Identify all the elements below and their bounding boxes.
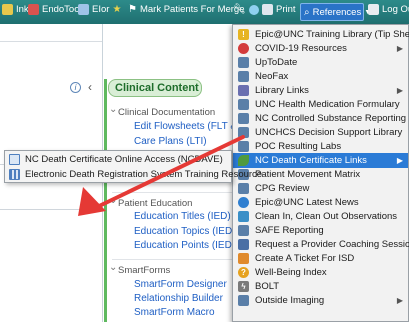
divider — [112, 259, 232, 260]
menu-item-uptodate[interactable]: UpToDate — [233, 55, 408, 70]
leaf-icon — [238, 155, 249, 166]
menu-item-cpg-review[interactable]: CPG Review — [233, 181, 408, 196]
web-page-icon — [238, 295, 249, 306]
section-patient-education[interactable]: Patient Education — [109, 195, 193, 209]
menu-item-decision-support-library[interactable]: UNCHCS Decision Support Library — [233, 125, 408, 140]
toolbar-logout-button[interactable]: Log Out — [368, 4, 409, 15]
section-clinical-documentation[interactable]: Clinical Documentation — [109, 104, 215, 118]
link-care-plans[interactable]: Care Plans (LTI) — [134, 136, 207, 147]
menu-item-covid-resources[interactable]: COVID-19 Resources ▶ — [233, 41, 408, 56]
left-panel-header — [0, 24, 102, 42]
panel-accent-bar — [104, 79, 107, 322]
menu-item-well-being-index[interactable]: ? Well-Being Index — [233, 265, 408, 280]
menu-item-poc-resulting-labs[interactable]: POC Resulting Labs — [233, 139, 408, 154]
web-page-icon — [238, 71, 249, 82]
toolbar-or-button[interactable]: or ★ — [101, 4, 121, 15]
link-smartform-macro[interactable]: SmartForm Macro — [134, 307, 215, 318]
monitor-icon — [78, 4, 89, 15]
toolbar-mark-merge-button[interactable]: ⚑ Mark Patients For Merge — [128, 4, 245, 15]
menu-item-nc-death-certificate-links[interactable]: NC Death Certificate Links ▶ — [233, 153, 408, 168]
web-page-icon — [238, 127, 249, 138]
toolbar-ink-button[interactable]: Ink — [2, 4, 29, 15]
link-education-points[interactable]: Education Points (IED) — [134, 240, 235, 251]
link-smartform-designer[interactable]: SmartForm Designer — [134, 279, 227, 290]
toolbar-tools[interactable]: 🔧︎ — [233, 4, 259, 15]
covid-icon — [238, 43, 249, 54]
search-icon: ⌕ — [304, 6, 310, 18]
web-page-icon — [238, 183, 249, 194]
submenu-arrow-icon: ▶ — [396, 86, 403, 95]
menu-item-outside-imaging[interactable]: Outside Imaging ▶ — [233, 293, 408, 308]
top-toolbar: Ink EndoTool EI or ★ ⚑ Mark Patients For… — [0, 0, 409, 24]
divider — [0, 209, 103, 210]
web-page-icon — [238, 99, 249, 110]
globe-icon — [248, 4, 259, 15]
lightbulb-icon: ! — [238, 29, 249, 40]
printer-icon — [262, 4, 273, 15]
submenu-arrow-icon: ▶ — [396, 296, 403, 305]
death-certificate-submenu: NC Death Certificate Online Access (NCDA… — [4, 150, 262, 183]
menu-item-medication-formulary[interactable]: UNC Health Medication Formulary — [233, 97, 408, 112]
toolbar-references-button[interactable]: ⌕ References ▼ — [300, 3, 371, 21]
clinical-content-title: Clinical Content — [108, 79, 202, 97]
menu-item-controlled-substance-reporting[interactable]: NC Controlled Substance Reporting — [233, 111, 408, 126]
question-icon: ? — [238, 267, 249, 278]
flag-icon — [2, 4, 13, 15]
chevron-left-icon[interactable]: ‹ — [88, 80, 92, 94]
people-icon: ⚑ — [128, 4, 137, 15]
toolbar-print-button[interactable]: Print — [262, 4, 296, 15]
submenu-item-ncdave[interactable]: NC Death Certificate Online Access (NCDA… — [5, 152, 231, 167]
link-education-titles[interactable]: Education Titles (IED) — [134, 211, 231, 222]
menu-item-latest-news[interactable]: Epic@UNC Latest News — [233, 195, 408, 210]
grid-icon — [9, 169, 20, 180]
menu-item-neofax[interactable]: NeoFax — [233, 69, 408, 84]
divider — [112, 192, 232, 193]
globe-icon — [238, 197, 249, 208]
menu-item-create-ticket[interactable]: Create A Ticket For ISD — [233, 251, 408, 266]
submenu-arrow-icon: ▶ — [396, 44, 403, 53]
section-smartforms[interactable]: SmartForms — [109, 262, 170, 276]
endotool-icon — [28, 4, 39, 15]
web-page-icon — [238, 141, 249, 152]
menu-item-safe-reporting[interactable]: SAFE Reporting — [233, 223, 408, 238]
menu-item-training-library[interactable]: ! Epic@UNC Training Library (Tip Sheets) — [233, 27, 409, 42]
wrench-icon: 🔧︎ — [233, 4, 246, 15]
menu-item-provider-coaching[interactable]: Request a Provider Coaching Session — [233, 237, 409, 252]
submenu-item-edrs-training[interactable]: Electronic Death Registration System Tra… — [5, 167, 262, 182]
hand-icon — [238, 211, 249, 222]
toolbar-ei-button[interactable]: EI — [78, 4, 101, 15]
web-page-icon — [9, 154, 20, 165]
star-icon: ★ — [112, 4, 122, 15]
link-relationship-builder[interactable]: Relationship Builder — [134, 293, 223, 304]
info-icon[interactable]: i — [70, 82, 81, 93]
web-page-icon — [238, 57, 249, 68]
logout-icon — [368, 4, 379, 15]
menu-item-library-links[interactable]: Library Links ▶ — [233, 83, 408, 98]
link-education-topics[interactable]: Education Topics (IED) — [134, 226, 236, 237]
web-page-icon — [238, 225, 249, 236]
toolbar-endotool-button[interactable]: EndoTool — [28, 4, 82, 15]
library-icon — [238, 85, 249, 96]
people-icon — [238, 239, 249, 250]
web-page-icon — [238, 113, 249, 124]
menu-item-clean-in-clean-out[interactable]: Clean In, Clean Out Observations — [233, 209, 408, 224]
menu-item-bolt[interactable]: ϟ BOLT — [233, 279, 408, 294]
ticket-icon — [238, 253, 249, 264]
submenu-arrow-icon: ▶ — [396, 156, 403, 165]
bolt-icon: ϟ — [238, 281, 249, 292]
